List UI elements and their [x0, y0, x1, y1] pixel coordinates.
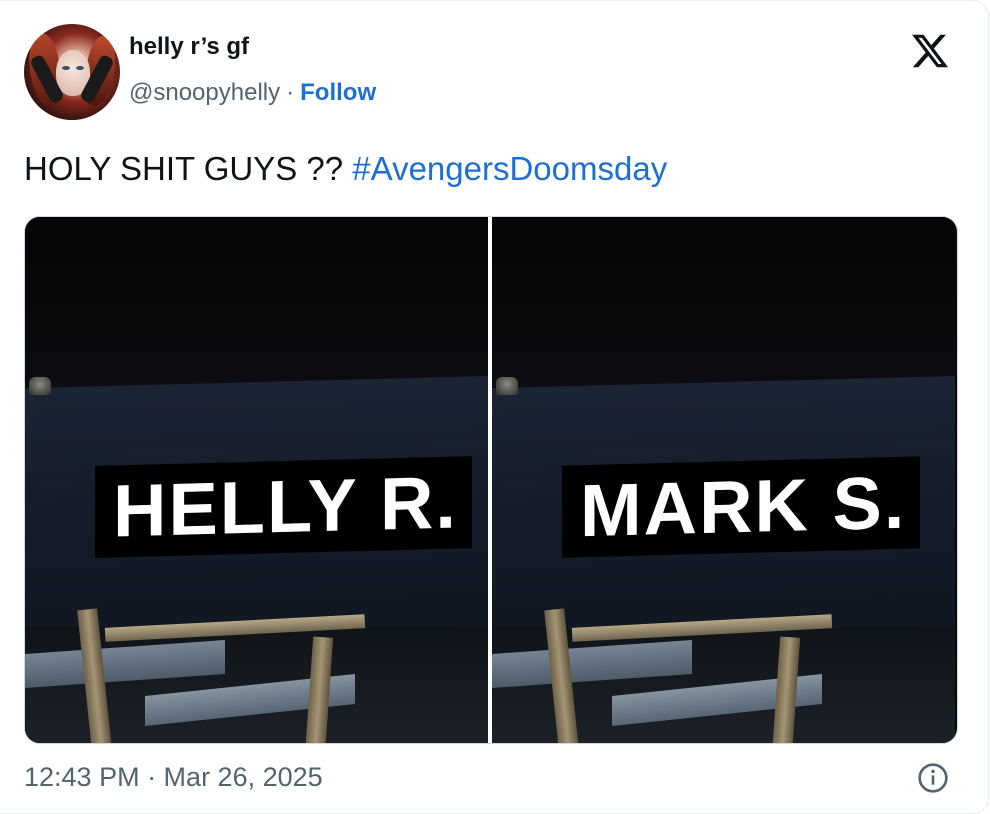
- separator-dot: ·: [286, 79, 295, 106]
- author-avatar[interactable]: [24, 24, 120, 120]
- info-icon[interactable]: [917, 762, 949, 794]
- author-display-name[interactable]: helly r’s gf: [129, 31, 249, 63]
- avatar-eye-left: [62, 66, 70, 70]
- avatar-eye-right: [76, 66, 84, 70]
- author-handle[interactable]: @snoopyhelly: [129, 79, 280, 106]
- photo-background: [492, 217, 955, 387]
- author-handle-row: @snoopyhelly · Follow: [129, 75, 376, 111]
- follow-button[interactable]: Follow: [300, 79, 376, 106]
- chair-post-cap: [496, 377, 518, 395]
- tweet-text: HOLY SHIT GUYS ?? #AvengersDoomsday: [24, 146, 667, 192]
- photo-mark-chair[interactable]: MARK S.: [492, 217, 955, 743]
- x-logo-icon[interactable]: [908, 31, 952, 71]
- photo-helly-chair[interactable]: HELLY R.: [25, 217, 488, 743]
- media-grid: HELLY R. MARK S.: [24, 216, 958, 744]
- chair-name-label: HELLY R.: [95, 456, 472, 558]
- chair-post-cap: [29, 377, 51, 395]
- photo-background: [25, 217, 488, 387]
- tweet-body: HOLY SHIT GUYS ??: [24, 150, 344, 187]
- hashtag-link[interactable]: #AvengersDoomsday: [352, 150, 667, 187]
- chair-name-label: MARK S.: [562, 456, 921, 558]
- tweet-timestamp[interactable]: 12:43 PM · Mar 26, 2025: [24, 759, 323, 795]
- tweet-embed-card: helly r’s gf @snoopyhelly · Follow HOLY SH…: [0, 0, 989, 814]
